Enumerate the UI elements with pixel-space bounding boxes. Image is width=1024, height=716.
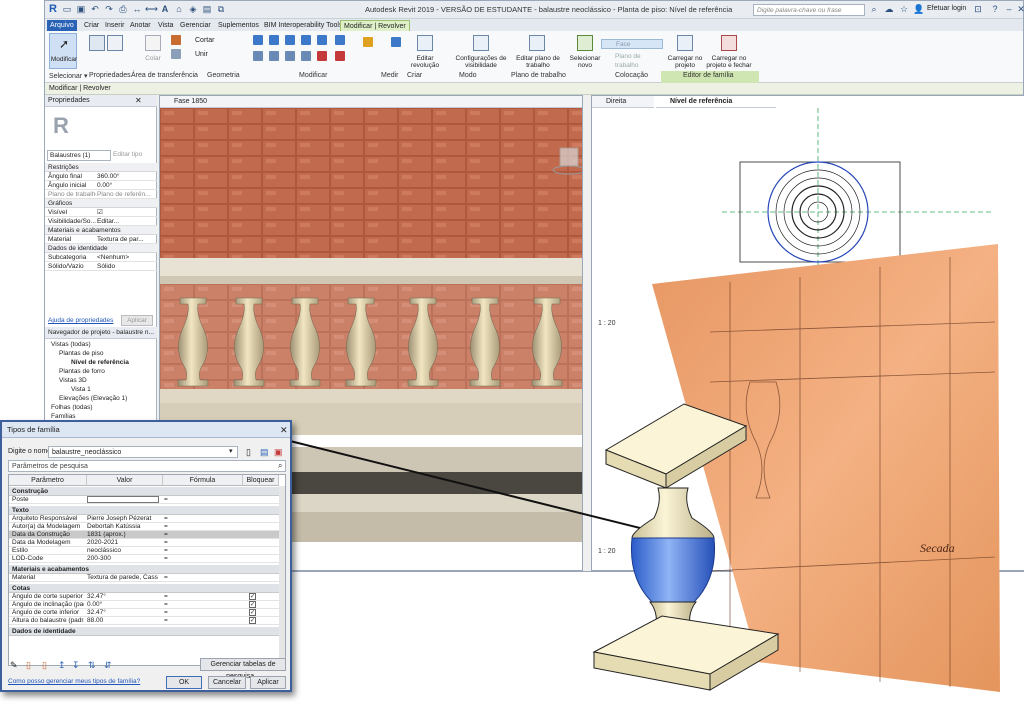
- table-row[interactable]: Ângulo de corte inferior 32.47° = ✓: [9, 609, 279, 617]
- move-down-icon[interactable]: ↧: [72, 660, 80, 671]
- table-row[interactable]: Poste =: [9, 496, 279, 504]
- edit-param-icon[interactable]: ✎: [10, 660, 18, 671]
- table-row[interactable]: Data da Construção 1831 (aprox.) =: [9, 531, 279, 539]
- type-name-label: Digite o nome:: [8, 448, 54, 455]
- move-up-icon[interactable]: ↥: [58, 660, 66, 671]
- ok-button[interactable]: OK: [166, 676, 202, 689]
- table-row[interactable]: Estilo neoclássico =: [9, 547, 279, 555]
- dialog-close-icon[interactable]: ✕: [280, 425, 288, 436]
- col-parameter: Parâmetro: [9, 475, 87, 486]
- new-param-icon[interactable]: ▯: [26, 660, 31, 671]
- table-row[interactable]: Data da Modelagem 2020-2021 =: [9, 539, 279, 547]
- apply-button[interactable]: Aplicar: [250, 676, 286, 689]
- group-construction[interactable]: Construção: [9, 487, 279, 496]
- table-row[interactable]: Autor(a) da Modelagem Debortah Katússia =: [9, 523, 279, 531]
- table-row[interactable]: Material Textura de parede, Cass =: [9, 574, 279, 582]
- new-type-icon[interactable]: ▯: [246, 447, 251, 458]
- lock-checkbox[interactable]: ✓: [249, 593, 256, 600]
- group-identity[interactable]: Dados de identidade: [9, 627, 279, 636]
- chevron-down-icon[interactable]: ▾: [229, 447, 233, 455]
- table-scrollbar[interactable]: [279, 486, 285, 665]
- table-row[interactable]: Ângulo de inclinação (padr 0.00° = ✓: [9, 601, 279, 609]
- dialog-title: Tipos de família: [2, 422, 290, 438]
- delete-param-icon[interactable]: ▯: [42, 660, 47, 671]
- group-text[interactable]: Texto: [9, 506, 279, 515]
- lock-checkbox[interactable]: ✓: [249, 601, 256, 608]
- manage-lookup-tables-button[interactable]: Gerenciar tabelas de pesquisa...: [200, 658, 286, 680]
- rename-type-icon[interactable]: ▤: [260, 447, 269, 458]
- table-row[interactable]: Altura do balaustre (padrã 88.00 = ✓: [9, 617, 279, 625]
- search-icon[interactable]: ⌕: [278, 461, 282, 471]
- table-row[interactable]: Arquiteto Responsável Pierre Joseph Pézer…: [9, 515, 279, 523]
- family-types-help-link[interactable]: Como posso gerenciar meus tipos de famíl…: [8, 678, 140, 685]
- parameters-table: Parâmetro Valor Fórmula Bloquear Constru…: [8, 474, 286, 666]
- baluster-3d-model: [592, 403, 780, 691]
- sort-ascending-icon[interactable]: ⇅: [88, 660, 96, 671]
- col-value: Valor: [87, 475, 163, 486]
- col-lock: Bloquear: [243, 475, 279, 486]
- cancel-button[interactable]: Cancelar: [208, 676, 246, 689]
- lock-checkbox[interactable]: ✓: [249, 617, 256, 624]
- type-name-select[interactable]: balaustre_neoclássico: [48, 446, 238, 458]
- lock-checkbox[interactable]: ✓: [249, 609, 256, 616]
- sort-descending-icon[interactable]: ⇵: [104, 660, 112, 671]
- parameter-search-input[interactable]: Parâmetros de pesquisa: [8, 460, 286, 472]
- group-materials[interactable]: Materiais e acabamentos: [9, 565, 279, 574]
- group-dimensions[interactable]: Cotas: [9, 584, 279, 593]
- family-types-dialog: Tipos de família ✕ Digite o nome: balaus…: [0, 420, 292, 692]
- table-row[interactable]: Ângulo de corte superior (32.47° = ✓: [9, 593, 279, 601]
- col-formula: Fórmula: [163, 475, 243, 486]
- delete-type-icon[interactable]: ▣: [274, 447, 283, 458]
- table-row[interactable]: LOD-Code 200-300 =: [9, 555, 279, 563]
